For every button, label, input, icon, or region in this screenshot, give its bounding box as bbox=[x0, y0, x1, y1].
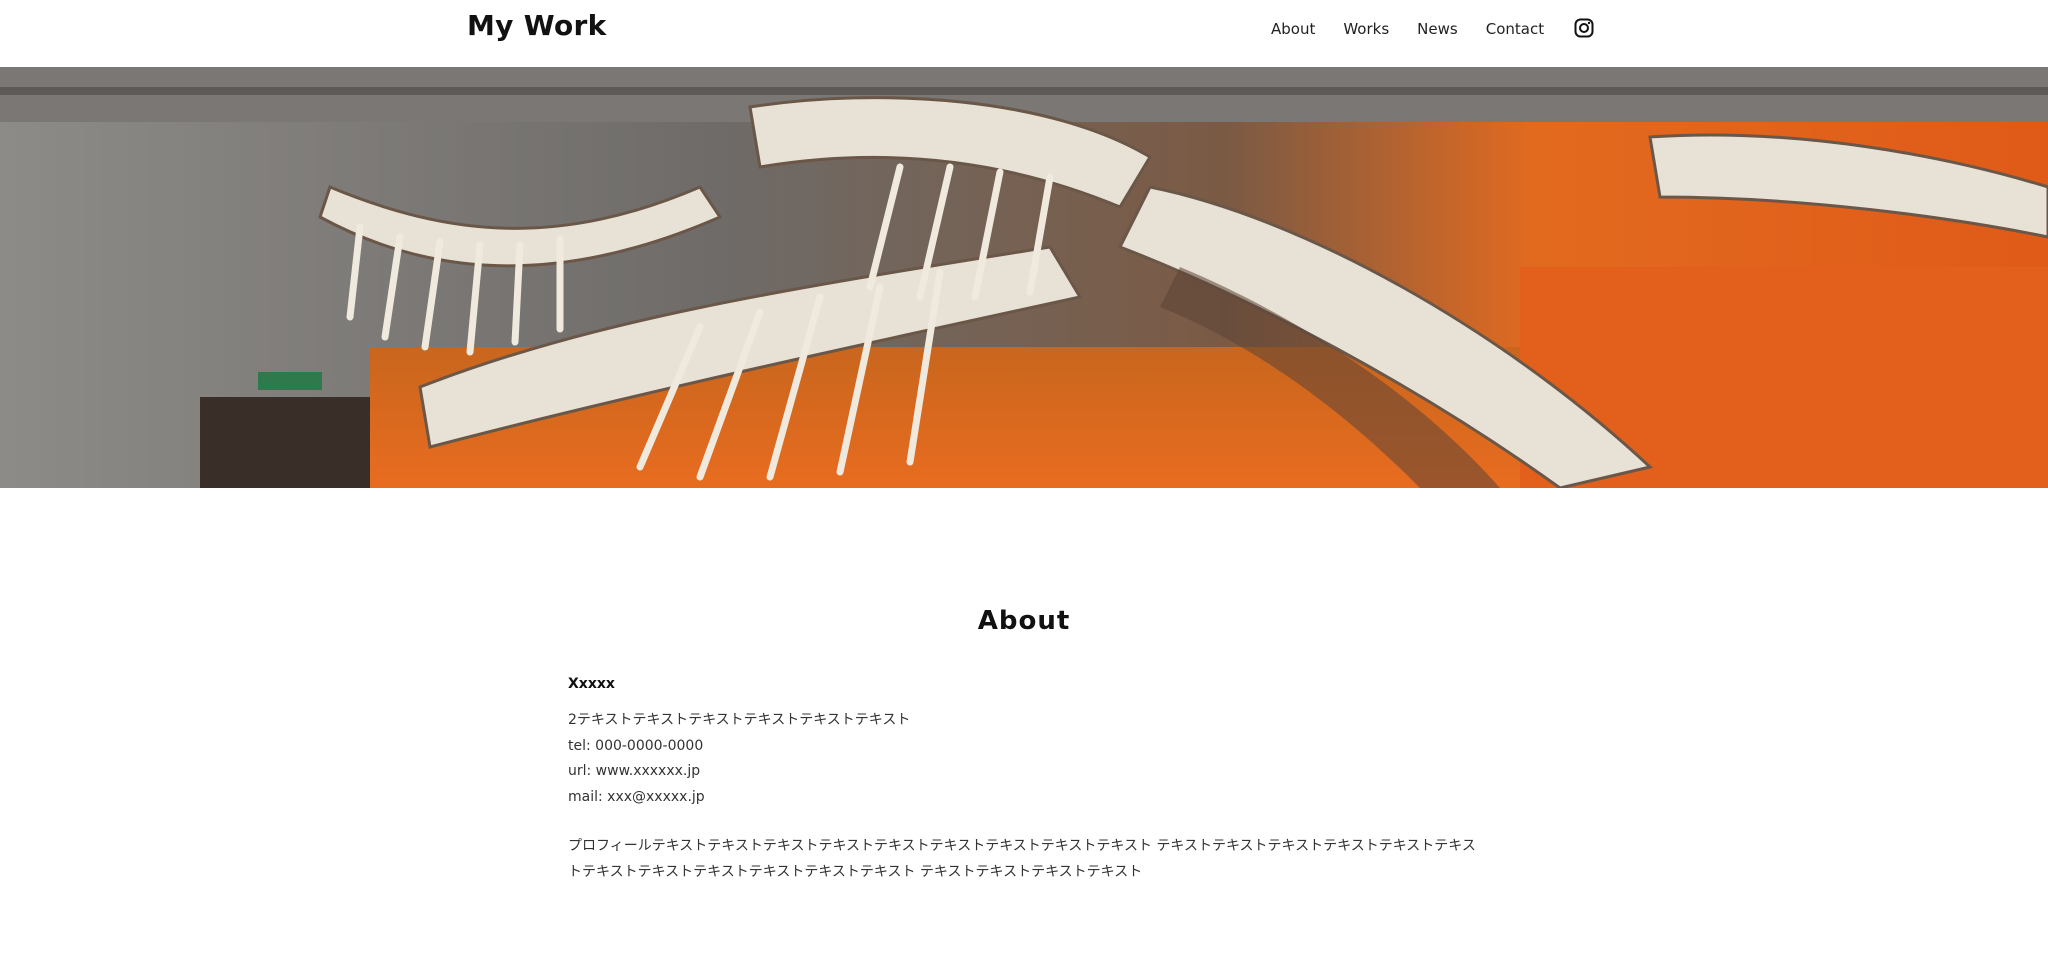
main-nav: About Works News Contact bbox=[1271, 18, 1594, 38]
url-line: url: www.xxxxxx.jp bbox=[568, 763, 701, 779]
nav-works-link[interactable]: Works bbox=[1343, 20, 1389, 38]
instagram-icon[interactable] bbox=[1574, 18, 1594, 38]
address-line: 2テキストテキストテキストテキストテキストテキスト bbox=[568, 712, 911, 728]
mail-line: mail: xxx@xxxxx.jp bbox=[568, 788, 705, 805]
hero-image bbox=[0, 67, 2048, 488]
about-section: About Xxxxx 2テキストテキストテキストテキストテキストテキスト te… bbox=[0, 488, 2048, 961]
about-content: Xxxxx 2テキストテキストテキストテキストテキストテキスト tel: 000… bbox=[568, 676, 1478, 885]
site-title[interactable]: My Work bbox=[467, 9, 607, 42]
nav-about-link[interactable]: About bbox=[1271, 20, 1315, 38]
about-heading: About bbox=[977, 605, 1071, 636]
nav-contact-link[interactable]: Contact bbox=[1486, 20, 1544, 38]
profile-name: Xxxxx bbox=[568, 676, 615, 692]
site-header: My Work About Works News Contact bbox=[0, 0, 2048, 67]
tel-line: tel: 000-0000-0000 bbox=[568, 737, 704, 754]
profile-text: プロフィールテキストテキストテキストテキストテキストテキストテキストテキストテキ… bbox=[568, 838, 1476, 880]
dinosaur-skeleton-photo bbox=[0, 67, 2048, 488]
nav-news-link[interactable]: News bbox=[1417, 20, 1458, 38]
